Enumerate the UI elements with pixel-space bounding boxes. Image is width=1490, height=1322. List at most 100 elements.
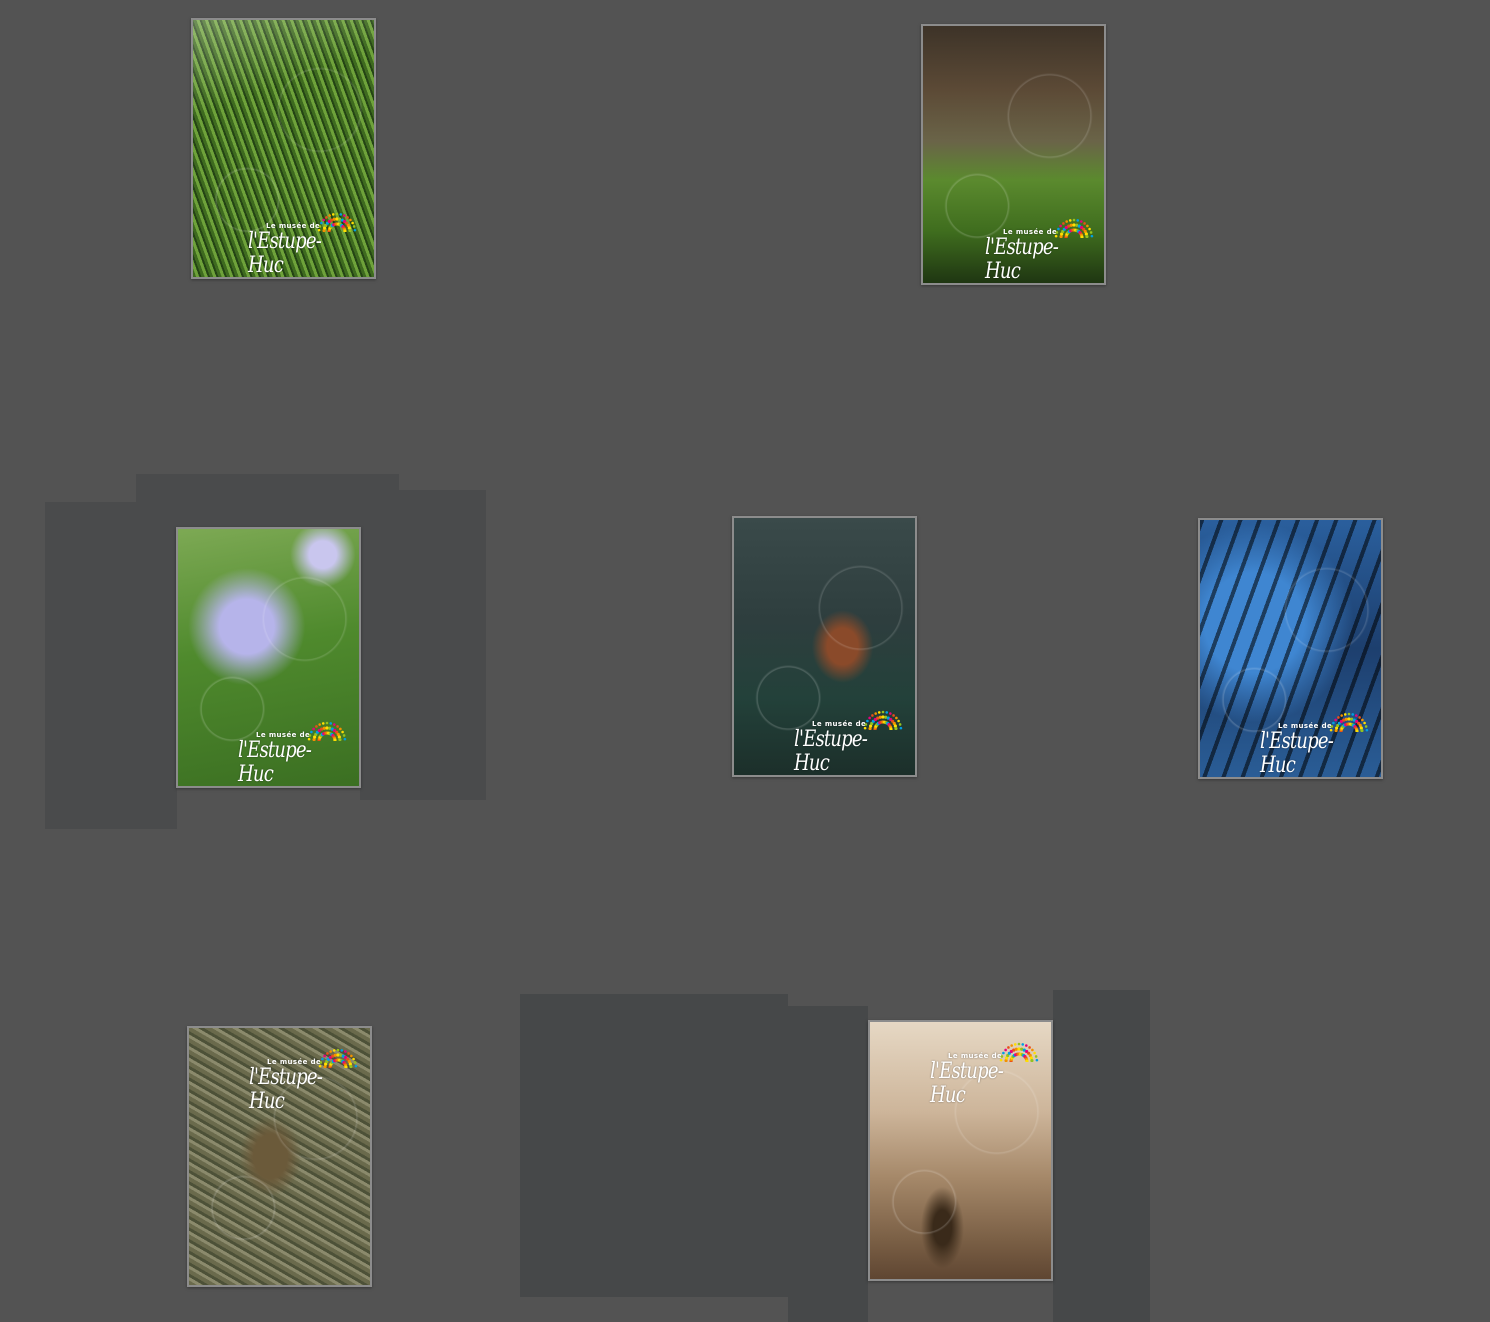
fan-dot (332, 1049, 336, 1052)
fan-dot (866, 719, 869, 723)
logo-title: l'Estupe-Huc (249, 1065, 323, 1114)
fan-dot (352, 225, 356, 228)
fan-dot (321, 722, 325, 725)
sun-fan-icon (317, 212, 357, 232)
fan-dot (1031, 1048, 1034, 1052)
fan-dot (895, 716, 898, 720)
fan-dot (1025, 1044, 1028, 1047)
fan-dot (1068, 219, 1072, 222)
fan-dot (1086, 224, 1089, 228)
poster-card-blue-tree[interactable]: Le musée de l'Estupe-Huc (1198, 518, 1383, 779)
fan-dot (342, 734, 346, 737)
fan-dot (881, 710, 885, 714)
fan-dot (339, 727, 342, 731)
fan-dot (323, 1065, 327, 1068)
fan-dot (319, 1061, 323, 1064)
fan-dot (1065, 220, 1068, 223)
fan-dot (312, 727, 315, 731)
fan-dot (885, 711, 889, 714)
fan-dot (1000, 1055, 1004, 1058)
poster-card-squirrel[interactable]: Le musée de l'Estupe-Huc (732, 516, 917, 777)
poster-card-hare[interactable]: Le musée de l'Estupe-Huc (921, 24, 1106, 285)
fan-dot (1360, 729, 1364, 732)
fan-dot (1088, 227, 1091, 231)
fan-dot (1359, 726, 1363, 730)
fan-dot (343, 214, 346, 217)
fan-dot (322, 229, 326, 232)
fan-dot (892, 714, 895, 717)
fan-dot (1069, 223, 1073, 227)
fan-dot (317, 228, 321, 232)
fan-dot (1004, 1059, 1008, 1062)
shade-panel (520, 994, 788, 1297)
fan-dot (336, 1053, 340, 1057)
fan-dot (1084, 232, 1088, 236)
fan-dot (329, 1050, 332, 1053)
fan-dot (329, 722, 333, 725)
logo-title: l'Estupe-Huc (930, 1059, 1004, 1108)
fan-dot (310, 730, 313, 734)
fan-dot (898, 723, 902, 726)
fan-dot (318, 1064, 322, 1068)
poster-card-sepia[interactable]: Le musée de l'Estupe-Huc (868, 1020, 1053, 1281)
fan-dot (1343, 713, 1347, 716)
fan-dot (348, 1062, 352, 1066)
fan-dot (1080, 220, 1083, 223)
shade-panel (1053, 990, 1150, 1322)
fan-dot (337, 735, 341, 739)
fan-dot (1334, 729, 1338, 732)
fan-dot (899, 726, 903, 730)
fan-dot (868, 716, 871, 720)
fan-dot (340, 1049, 344, 1052)
fan-dot (1090, 234, 1094, 238)
fan-dot (332, 217, 336, 221)
logo-title: l'Estupe-Huc (238, 738, 312, 787)
sun-fan-icon (863, 710, 903, 730)
fan-dot (354, 1064, 358, 1068)
poster-card-pine-needles[interactable]: Le musée de l'Estupe-Huc (191, 18, 376, 279)
fan-dot (353, 228, 357, 232)
fan-dot (343, 737, 347, 741)
fan-dot (322, 726, 326, 730)
poster-card-pine-cone[interactable]: Le musée de l'Estupe-Huc (187, 1026, 372, 1287)
fan-dot (894, 727, 898, 730)
fan-dot (338, 738, 342, 741)
fan-dot (1332, 721, 1335, 725)
fan-dot (878, 715, 882, 719)
fan-dot (1030, 1059, 1034, 1062)
fan-dot (341, 730, 344, 734)
fan-dot (335, 217, 339, 221)
fan-dot (1361, 718, 1364, 722)
museum-logo: Le musée de l'Estupe-Huc (930, 1042, 1051, 1108)
fan-dot (349, 1065, 353, 1068)
fan-dot (893, 724, 897, 728)
museum-logo: Le musée de l'Estupe-Huc (238, 721, 359, 787)
fan-dot (1017, 1042, 1021, 1046)
museum-logo: Le musée de l'Estupe-Huc (249, 1048, 370, 1114)
fan-dot (1329, 728, 1333, 732)
fan-dot (315, 725, 318, 728)
poster-card-anemone[interactable]: Le musée de l'Estupe-Huc (176, 527, 361, 788)
fan-dot (1062, 222, 1065, 225)
fan-dot (1072, 218, 1076, 222)
fan-dot (1330, 725, 1334, 728)
fan-dot (1013, 1043, 1017, 1046)
fan-dot (349, 218, 352, 222)
fan-dot (1347, 712, 1351, 716)
sun-fan-icon (318, 1048, 358, 1068)
fan-dot (897, 719, 900, 723)
fan-dot (877, 711, 881, 714)
fan-dot (325, 726, 329, 730)
fan-dot (1340, 714, 1343, 717)
fan-dot (328, 214, 331, 217)
shade-panel (45, 502, 177, 829)
fan-dot (1002, 1051, 1005, 1055)
fan-dot (1010, 1044, 1013, 1047)
fan-dot (1337, 716, 1340, 719)
fan-dot (318, 723, 321, 726)
sun-fan-icon (999, 1042, 1039, 1062)
museum-logo: Le musée de l'Estupe-Huc (1260, 712, 1381, 778)
logo-title: l'Estupe-Huc (1260, 729, 1334, 778)
fan-dot (312, 738, 316, 741)
fan-dot (1347, 717, 1351, 721)
